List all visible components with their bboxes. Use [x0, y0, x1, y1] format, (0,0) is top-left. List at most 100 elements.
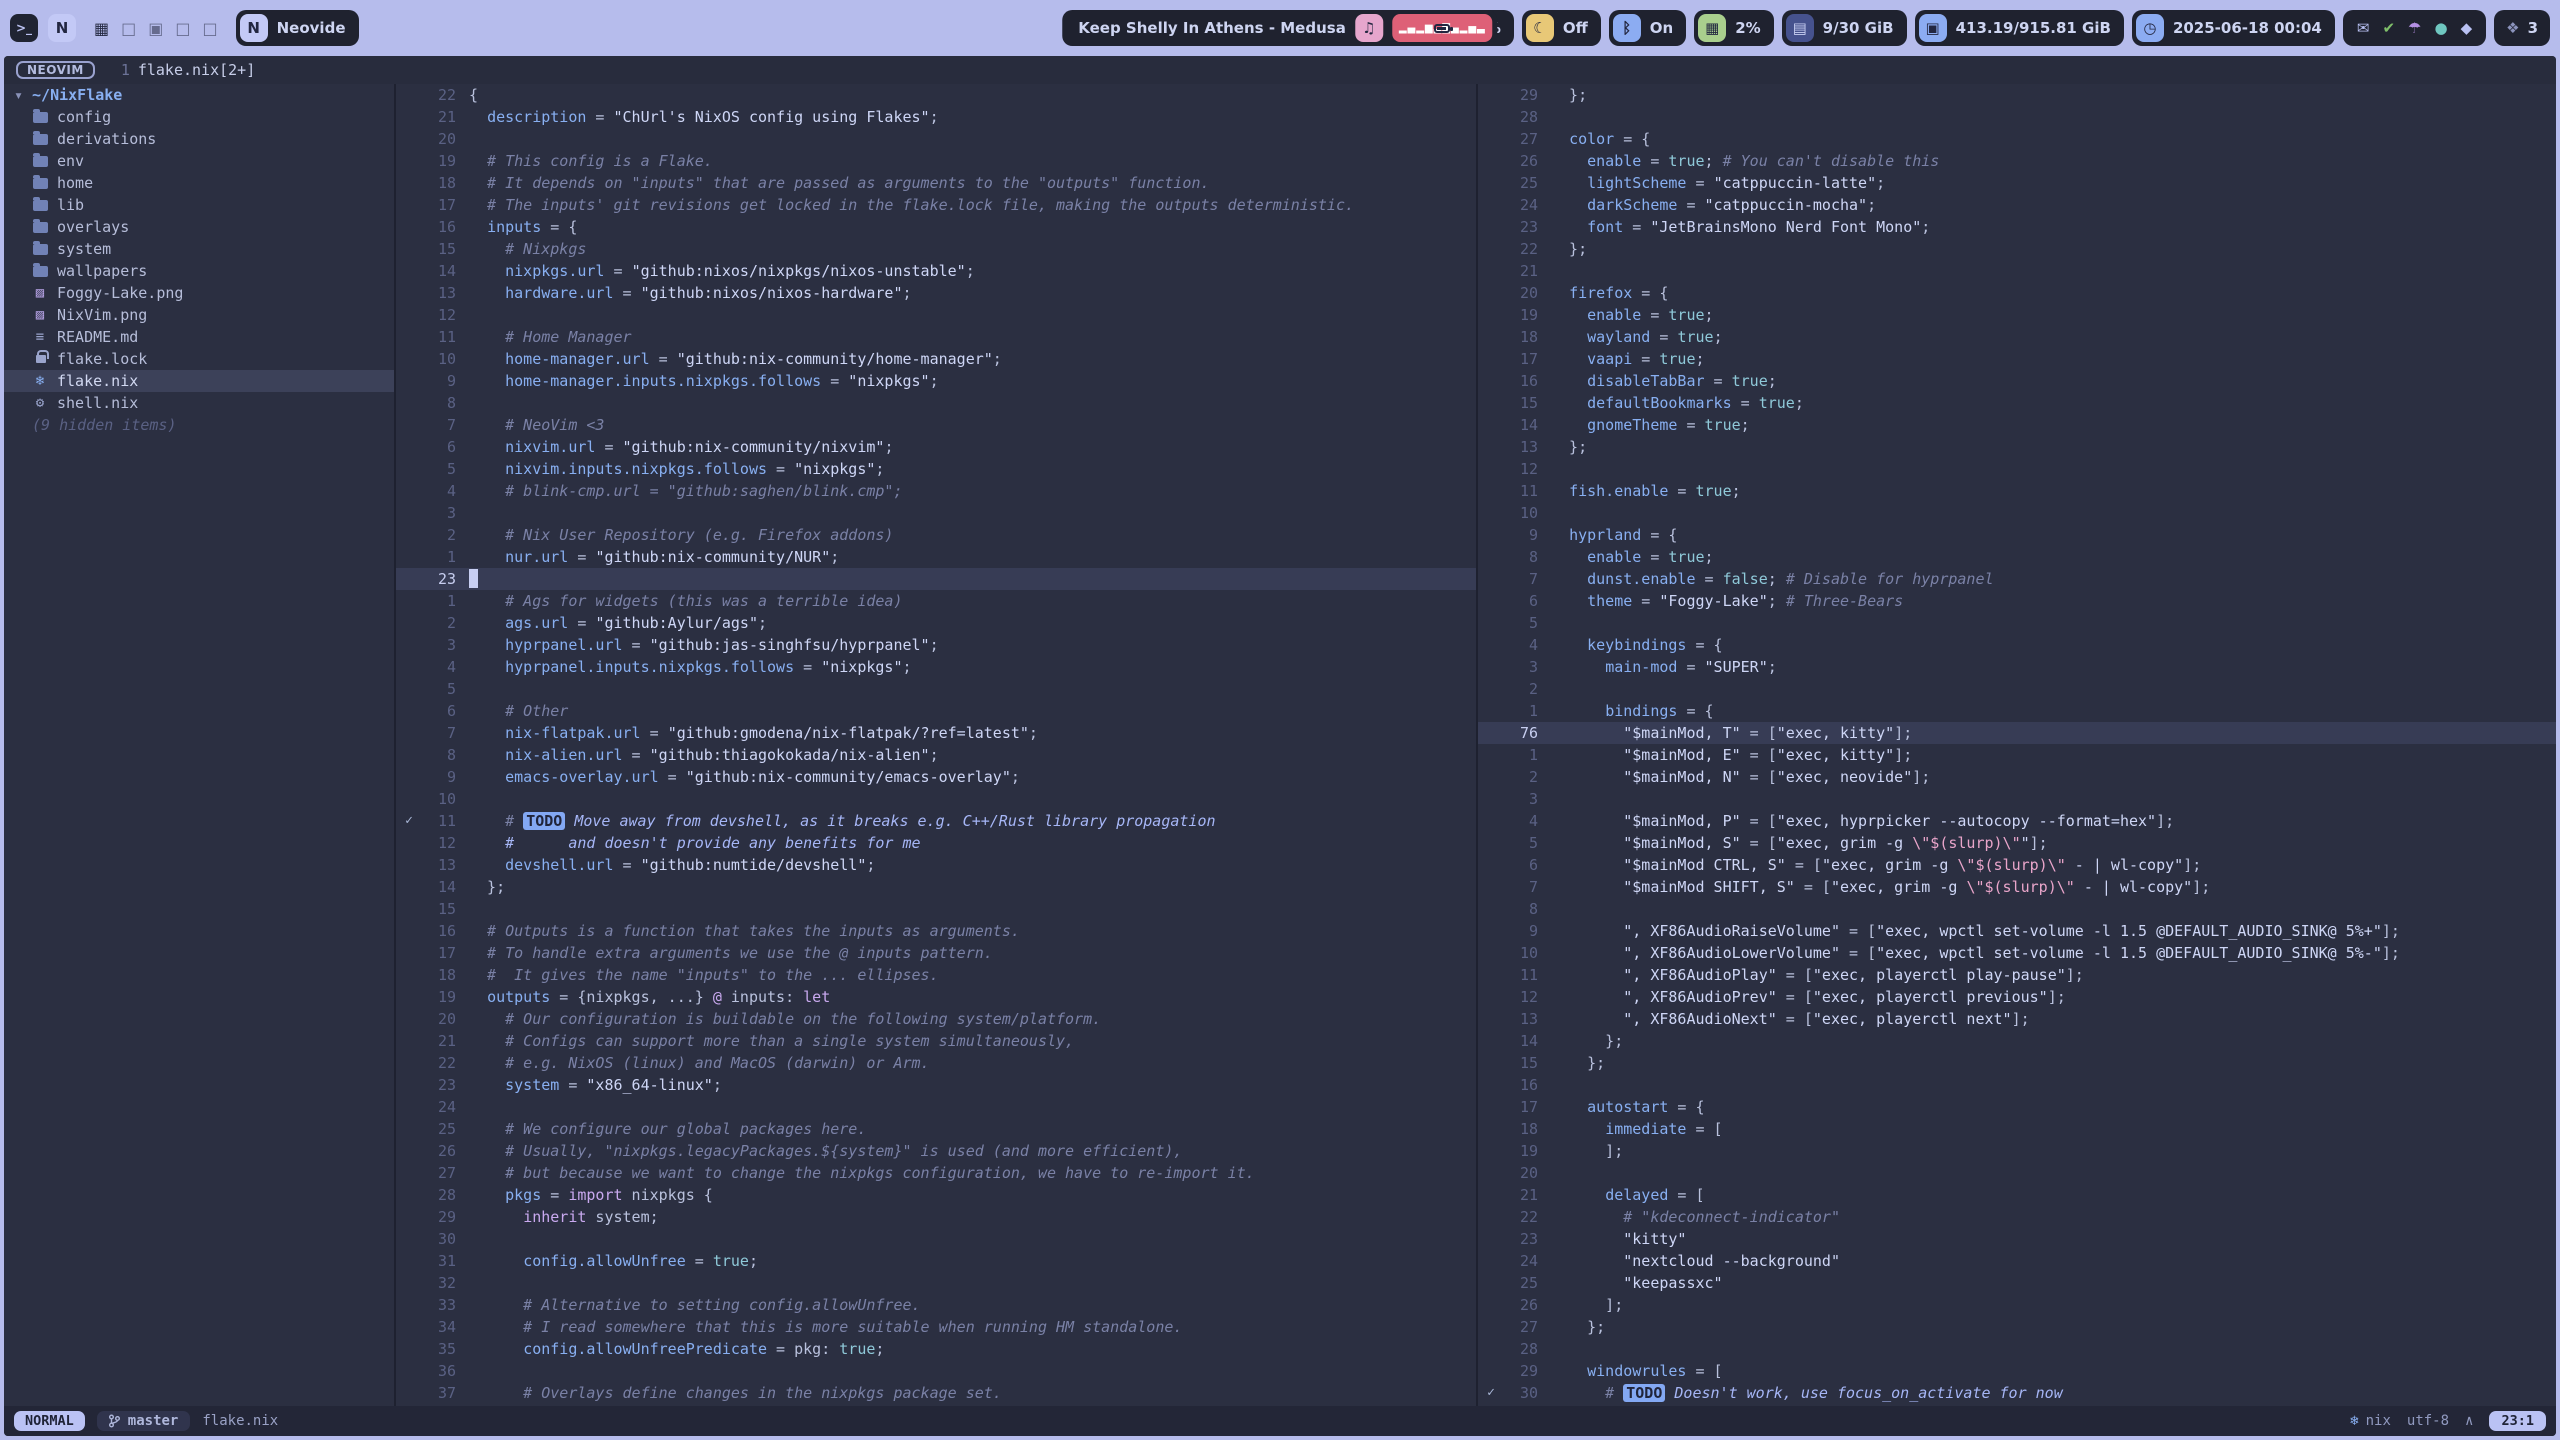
tray-icon[interactable]: ✔ [2382, 19, 2395, 37]
code-line[interactable]: 15 defaultBookmarks = true; [1478, 392, 2556, 414]
code-line[interactable]: 21 # Configs can support more than a sin… [396, 1030, 1476, 1052]
code-line[interactable]: 13 hardware.url = "github:nixos/nixos-ha… [396, 282, 1476, 304]
code-line[interactable]: 12 ", XF86AudioPrev" = ["exec, playerctl… [1478, 986, 2556, 1008]
code-line[interactable]: 16 [1478, 1074, 2556, 1096]
code-line[interactable]: 14 }; [396, 876, 1476, 898]
terminal-launcher-icon[interactable]: >_ [10, 14, 38, 42]
tree-item-NixVim.png[interactable]: ▨NixVim.png [4, 304, 394, 326]
code-pane-right[interactable]: 29 };2827 color = {26 enable = true; # Y… [1478, 84, 2556, 1406]
clock-widget[interactable]: ◷2025-06-18 00:04 [2132, 10, 2335, 46]
notifications-widget[interactable]: ☾Off [1522, 10, 1601, 46]
workspace-icon[interactable]: □ [121, 19, 136, 38]
code-line[interactable]: 20 [1478, 1162, 2556, 1184]
code-line[interactable]: 18 immediate = [ [1478, 1118, 2556, 1140]
code-line[interactable]: 20 # Our configuration is buildable on t… [396, 1008, 1476, 1030]
workspaces-indicator[interactable]: ❖ 3 [2494, 10, 2550, 46]
workspace-icon[interactable]: □ [203, 19, 218, 38]
code-line[interactable]: 18 # It gives the name "inputs" to the .… [396, 964, 1476, 986]
tree-item-env[interactable]: env [4, 150, 394, 172]
memory-widget[interactable]: ▤9/30 GiB [1782, 10, 1907, 46]
code-line[interactable]: 37 # Overlays define changes in the nixp… [396, 1382, 1476, 1404]
code-line[interactable]: 16 inputs = { [396, 216, 1476, 238]
git-branch[interactable]: master [97, 1411, 191, 1431]
code-line[interactable]: 1 # Ags for widgets (this was a terrible… [396, 590, 1476, 612]
code-line[interactable]: 4 # blink-cmp.url = "github:saghen/blink… [396, 480, 1476, 502]
tray-icon[interactable]: ✉ [2357, 19, 2370, 37]
code-line[interactable]: 12 [396, 304, 1476, 326]
code-line[interactable]: 29 inherit system; [396, 1206, 1476, 1228]
tree-item-flake.lock[interactable]: flake.lock [4, 348, 394, 370]
code-line[interactable]: 28 pkgs = import nixpkgs { [396, 1184, 1476, 1206]
code-line[interactable]: 6 nixvim.url = "github:nix-community/nix… [396, 436, 1476, 458]
code-line[interactable]: 35 config.allowUnfreePredicate = pkg: tr… [396, 1338, 1476, 1360]
code-line[interactable]: 10 home-manager.url = "github:nix-commun… [396, 348, 1476, 370]
code-line[interactable]: 29 windowrules = [ [1478, 1360, 2556, 1382]
code-line[interactable]: 23 system = "x86_64-linux"; [396, 1074, 1476, 1096]
code-line[interactable]: 27 color = { [1478, 128, 2556, 150]
code-line[interactable]: 11 # Home Manager [396, 326, 1476, 348]
code-line[interactable]: 17 # The inputs' git revisions get locke… [396, 194, 1476, 216]
code-line[interactable]: 22 # e.g. NixOS (linux) and MacOS (darwi… [396, 1052, 1476, 1074]
code-line[interactable]: 4 "$mainMod, P" = ["exec, hyprpicker --a… [1478, 810, 2556, 832]
tree-item-derivations[interactable]: derivations [4, 128, 394, 150]
code-line[interactable]: 76 "$mainMod, T" = ["exec, kitty"]; [1478, 722, 2556, 744]
code-line[interactable]: 8 enable = true; [1478, 546, 2556, 568]
cpu-widget[interactable]: ▦2% [1694, 10, 1773, 46]
code-line[interactable]: 2 # Nix User Repository (e.g. Firefox ad… [396, 524, 1476, 546]
code-line[interactable]: 21 delayed = [ [1478, 1184, 2556, 1206]
code-line[interactable]: 19 # This config is a Flake. [396, 150, 1476, 172]
code-line[interactable]: 2 ags.url = "github:Aylur/ags"; [396, 612, 1476, 634]
code-line[interactable]: 5 [396, 678, 1476, 700]
code-line[interactable]: 14 gnomeTheme = true; [1478, 414, 2556, 436]
code-line[interactable]: 24 "nextcloud --background" [1478, 1250, 2556, 1272]
code-line[interactable]: 4 keybindings = { [1478, 634, 2556, 656]
code-line[interactable]: 26 # Usually, "nixpkgs.legacyPackages.${… [396, 1140, 1476, 1162]
neovim-app-icon[interactable]: N [48, 14, 76, 42]
tree-item-lib[interactable]: lib [4, 194, 394, 216]
code-line[interactable]: 26 enable = true; # You can't disable th… [1478, 150, 2556, 172]
tray-icon[interactable]: ● [2434, 19, 2447, 37]
code-line[interactable]: 1 bindings = { [1478, 700, 2556, 722]
code-line[interactable]: 9 hyprland = { [1478, 524, 2556, 546]
code-line[interactable]: 21 description = "ChUrl's NixOS config u… [396, 106, 1476, 128]
code-line[interactable]: 2 [1478, 678, 2556, 700]
tree-item-shell.nix[interactable]: ⚙shell.nix [4, 392, 394, 414]
code-line[interactable]: 32 [396, 1272, 1476, 1294]
tree-item-wallpapers[interactable]: wallpapers [4, 260, 394, 282]
code-line[interactable]: 19 enable = true; [1478, 304, 2556, 326]
tree-item-system[interactable]: system [4, 238, 394, 260]
code-line[interactable]: 15 # Nixpkgs [396, 238, 1476, 260]
code-line[interactable]: 1 "$mainMod, E" = ["exec, kitty"]; [1478, 744, 2556, 766]
code-line[interactable]: 33 # Alternative to setting config.allow… [396, 1294, 1476, 1316]
code-line[interactable]: 13 devshell.url = "github:numtide/devshe… [396, 854, 1476, 876]
code-line[interactable]: 7 nix-flatpak.url = "github:gmodena/nix-… [396, 722, 1476, 744]
tray-icon[interactable]: ◆ [2461, 19, 2473, 37]
code-line[interactable]: 36 [396, 1360, 1476, 1382]
code-line[interactable]: 13 ", XF86AudioNext" = ["exec, playerctl… [1478, 1008, 2556, 1030]
code-line[interactable]: 22 # "kdeconnect-indicator" [1478, 1206, 2556, 1228]
code-line[interactable]: 29 }; [1478, 84, 2556, 106]
code-line[interactable]: 3 hyprpanel.url = "github:jas-singhfsu/h… [396, 634, 1476, 656]
code-line[interactable]: 26 ]; [1478, 1294, 2556, 1316]
code-line[interactable]: 12 # and doesn't provide any benefits fo… [396, 832, 1476, 854]
buffer-tab[interactable]: 1 flake.nix[2+] [121, 61, 255, 79]
code-line[interactable]: 19 outputs = {nixpkgs, ...} @ inputs: le… [396, 986, 1476, 1008]
code-line[interactable]: 18 wayland = true; [1478, 326, 2556, 348]
code-line[interactable]: 17 autostart = { [1478, 1096, 2556, 1118]
code-line[interactable]: 16 # Outputs is a function that takes th… [396, 920, 1476, 942]
code-line[interactable]: 8 nix-alien.url = "github:thiagokokada/n… [396, 744, 1476, 766]
code-pane-left[interactable]: 22{21 description = "ChUrl's NixOS confi… [396, 84, 1476, 1406]
code-line[interactable]: 7 dunst.enable = false; # Disable for hy… [1478, 568, 2556, 590]
code-line[interactable]: 8 [1478, 898, 2556, 920]
code-line[interactable]: 20 [396, 128, 1476, 150]
tree-item-config[interactable]: config [4, 106, 394, 128]
code-line[interactable]: 9 ", XF86AudioRaiseVolume" = ["exec, wpc… [1478, 920, 2556, 942]
code-line[interactable]: 7 # NeoVim <3 [396, 414, 1476, 436]
code-line[interactable]: 27 }; [1478, 1316, 2556, 1338]
tree-item-flake.nix[interactable]: ❄flake.nix [4, 370, 394, 392]
code-line[interactable]: 14 nixpkgs.url = "github:nixos/nixpkgs/n… [396, 260, 1476, 282]
code-line[interactable]: 5 [1478, 612, 2556, 634]
code-line[interactable]: 6 # Other [396, 700, 1476, 722]
code-line[interactable]: 28 [1478, 106, 2556, 128]
code-line[interactable]: 17 vaapi = true; [1478, 348, 2556, 370]
